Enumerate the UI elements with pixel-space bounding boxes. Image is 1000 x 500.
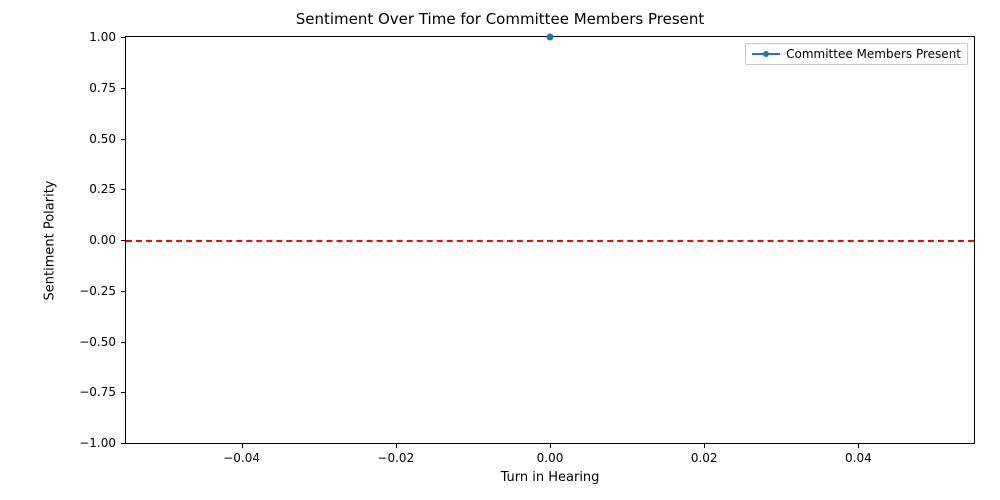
ytick-label: −0.75 xyxy=(79,385,116,399)
ytick-label: 0.75 xyxy=(89,81,116,95)
ytick-mark xyxy=(121,240,126,241)
ytick-mark xyxy=(121,342,126,343)
ytick-mark xyxy=(121,291,126,292)
xtick-mark xyxy=(242,443,243,448)
xtick-mark xyxy=(550,443,551,448)
legend-label: Committee Members Present xyxy=(786,47,961,61)
legend-marker-icon xyxy=(763,51,769,57)
legend: Committee Members Present xyxy=(745,43,968,65)
ytick-label: −0.25 xyxy=(79,284,116,298)
xtick-mark xyxy=(396,443,397,448)
xtick-label: 0.00 xyxy=(537,451,564,465)
ytick-label: 0.00 xyxy=(89,233,116,247)
legend-line-sample xyxy=(752,49,780,59)
x-axis-label: Turn in Hearing xyxy=(125,470,975,485)
ytick-label: 1.00 xyxy=(89,30,116,44)
xtick-label: −0.04 xyxy=(223,451,260,465)
ytick-label: −1.00 xyxy=(79,436,116,450)
xtick-mark xyxy=(704,443,705,448)
chart-figure: Sentiment Over Time for Committee Member… xyxy=(0,0,1000,500)
chart-title: Sentiment Over Time for Committee Member… xyxy=(0,10,1000,28)
data-point xyxy=(547,34,554,41)
y-axis-label: Sentiment Polarity xyxy=(40,36,60,444)
ytick-label: 0.25 xyxy=(89,182,116,196)
xtick-label: −0.02 xyxy=(377,451,414,465)
ytick-mark xyxy=(121,189,126,190)
ytick-label: 0.50 xyxy=(89,132,116,146)
ytick-label: −0.50 xyxy=(79,335,116,349)
ytick-mark xyxy=(121,88,126,89)
ytick-mark xyxy=(121,392,126,393)
ytick-mark xyxy=(121,37,126,38)
xtick-label: 0.02 xyxy=(691,451,718,465)
plot-area: Committee Members Present 1.00 0.75 0.50… xyxy=(125,36,975,444)
ytick-mark xyxy=(121,443,126,444)
xtick-mark xyxy=(858,443,859,448)
ytick-mark xyxy=(121,139,126,140)
xtick-label: 0.04 xyxy=(845,451,872,465)
zero-reference-line xyxy=(126,240,974,242)
